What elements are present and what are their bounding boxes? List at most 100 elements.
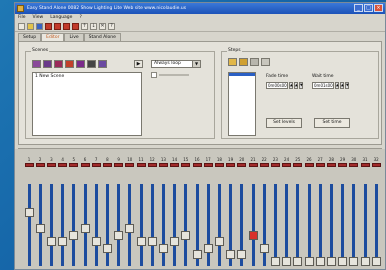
wait-time-spin-down-icon[interactable]: ▼ — [345, 82, 349, 89]
add-scene-icon[interactable] — [32, 60, 41, 68]
channel-indicator[interactable] — [35, 163, 45, 167]
fade-time-spin-up-icon[interactable]: ▲ — [289, 82, 293, 89]
fader-track[interactable] — [374, 184, 378, 266]
wait-time-spin-up-icon[interactable]: ▲ — [335, 82, 339, 89]
channel-indicator[interactable] — [136, 163, 146, 167]
edit-scene-icon[interactable] — [76, 60, 85, 68]
channel-indicator[interactable] — [203, 163, 213, 167]
menu-file[interactable]: File — [18, 14, 26, 22]
paste-scene-icon[interactable] — [54, 60, 63, 68]
fader-knob[interactable] — [338, 257, 348, 266]
fader-track[interactable] — [217, 184, 221, 266]
fader-knob[interactable] — [203, 243, 213, 253]
fader-knob[interactable] — [304, 257, 314, 266]
fader-knob[interactable] — [315, 257, 325, 266]
fader-knob[interactable] — [102, 243, 112, 253]
menu-language[interactable]: Language — [50, 14, 72, 22]
channel-indicator[interactable] — [80, 163, 90, 167]
scene-option-checkbox[interactable] — [151, 72, 157, 78]
channel-indicator[interactable] — [58, 163, 68, 167]
fader-track[interactable] — [363, 184, 367, 266]
menu-help[interactable]: ? — [79, 14, 81, 22]
fader-track[interactable] — [72, 184, 76, 266]
fader-knob[interactable] — [192, 250, 202, 260]
scene-options-icon[interactable] — [98, 60, 107, 68]
fader-track[interactable] — [27, 184, 31, 266]
fader-knob[interactable] — [91, 237, 101, 247]
fade-time-spin-down-icon[interactable]: ▼ — [299, 82, 303, 89]
fader-knob[interactable] — [326, 257, 336, 266]
channel-indicator[interactable] — [282, 163, 292, 167]
add-step-icon[interactable] — [228, 58, 237, 66]
minimize-button[interactable]: _ — [354, 4, 363, 12]
fader-knob[interactable] — [181, 230, 191, 240]
scene-list-item[interactable]: 1 New Scene — [33, 73, 141, 80]
channel-indicator[interactable] — [270, 163, 280, 167]
channel-indicator[interactable] — [338, 163, 348, 167]
channel-indicator[interactable] — [371, 163, 381, 167]
close-button[interactable]: × — [374, 4, 383, 12]
fader-knob[interactable] — [371, 257, 381, 266]
fader-knob[interactable] — [136, 237, 146, 247]
fader-track[interactable] — [341, 184, 345, 266]
open-folder-icon[interactable] — [27, 23, 34, 30]
delete-step-icon[interactable] — [261, 58, 270, 66]
output-icon[interactable] — [63, 23, 70, 30]
fader-knob[interactable] — [69, 230, 79, 240]
channel-indicator[interactable] — [170, 163, 180, 167]
fader-track[interactable] — [262, 184, 266, 266]
channel-indicator[interactable] — [24, 163, 34, 167]
fader-track[interactable] — [184, 184, 188, 266]
paste-step-icon[interactable] — [250, 58, 259, 66]
fader-track[interactable] — [139, 184, 143, 266]
chevron-down-icon[interactable]: ▼ — [192, 61, 200, 67]
fader-knob[interactable] — [214, 237, 224, 247]
maximize-button[interactable]: □ — [364, 4, 373, 12]
channel-indicator[interactable] — [158, 163, 168, 167]
channel-indicator[interactable] — [114, 163, 124, 167]
channel-indicator[interactable] — [326, 163, 336, 167]
fader-knob[interactable] — [259, 243, 269, 253]
stop-icon[interactable] — [54, 23, 61, 30]
channel-indicator[interactable] — [69, 163, 79, 167]
channel-indicator[interactable] — [147, 163, 157, 167]
fader-knob[interactable] — [293, 257, 303, 266]
fader-knob[interactable] — [46, 237, 56, 247]
fader-knob[interactable] — [80, 224, 90, 234]
channel-indicator[interactable] — [214, 163, 224, 167]
delete-icon[interactable]: ✕ — [99, 23, 106, 30]
channel-indicator[interactable] — [181, 163, 191, 167]
fader-track[interactable] — [61, 184, 65, 266]
fader-knob[interactable] — [349, 257, 359, 266]
new-file-icon[interactable] — [18, 23, 25, 30]
channel-indicator[interactable] — [237, 163, 247, 167]
fader-track[interactable] — [105, 184, 109, 266]
channel-indicator[interactable] — [293, 163, 303, 167]
fader-track[interactable] — [161, 184, 165, 266]
fader-track[interactable] — [49, 184, 53, 266]
fader-knob[interactable] — [360, 257, 370, 266]
fader-knob[interactable] — [35, 224, 45, 234]
help-icon[interactable]: ? — [108, 23, 115, 30]
fader-track[interactable] — [117, 184, 121, 266]
channel-indicator[interactable] — [304, 163, 314, 167]
channel-indicator[interactable] — [91, 163, 101, 167]
set-levels-button[interactable]: Set levels — [266, 118, 302, 128]
fader-knob[interactable] — [248, 230, 258, 240]
fader-knob[interactable] — [125, 224, 135, 234]
fader-track[interactable] — [173, 184, 177, 266]
fader-track[interactable] — [206, 184, 210, 266]
channel-indicator[interactable] — [360, 163, 370, 167]
fader-track[interactable] — [318, 184, 322, 266]
wait-time-spin-mid-icon[interactable]: ▲ — [340, 82, 344, 89]
fader-track[interactable] — [329, 184, 333, 266]
channel-indicator[interactable] — [315, 163, 325, 167]
fader-knob[interactable] — [237, 250, 247, 260]
fader-knob[interactable] — [226, 250, 236, 260]
fader-track[interactable] — [285, 184, 289, 266]
fader-track[interactable] — [150, 184, 154, 266]
fader-knob[interactable] — [282, 257, 292, 266]
selected-step-row[interactable] — [229, 73, 255, 76]
move-up-icon[interactable]: ↑ — [81, 23, 88, 30]
fader-knob[interactable] — [158, 243, 168, 253]
